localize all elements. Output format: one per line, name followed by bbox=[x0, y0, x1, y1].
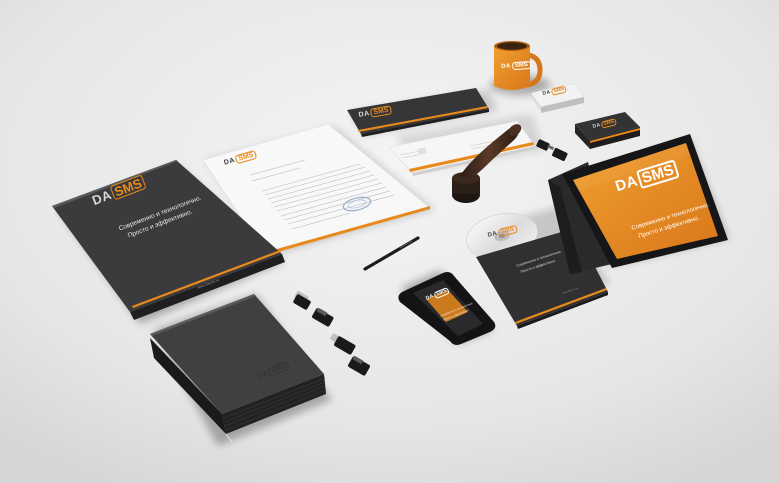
brand-mockup-scene: DA SMS Современно и технологично. Просто… bbox=[0, 0, 779, 483]
backdrop bbox=[0, 0, 779, 483]
